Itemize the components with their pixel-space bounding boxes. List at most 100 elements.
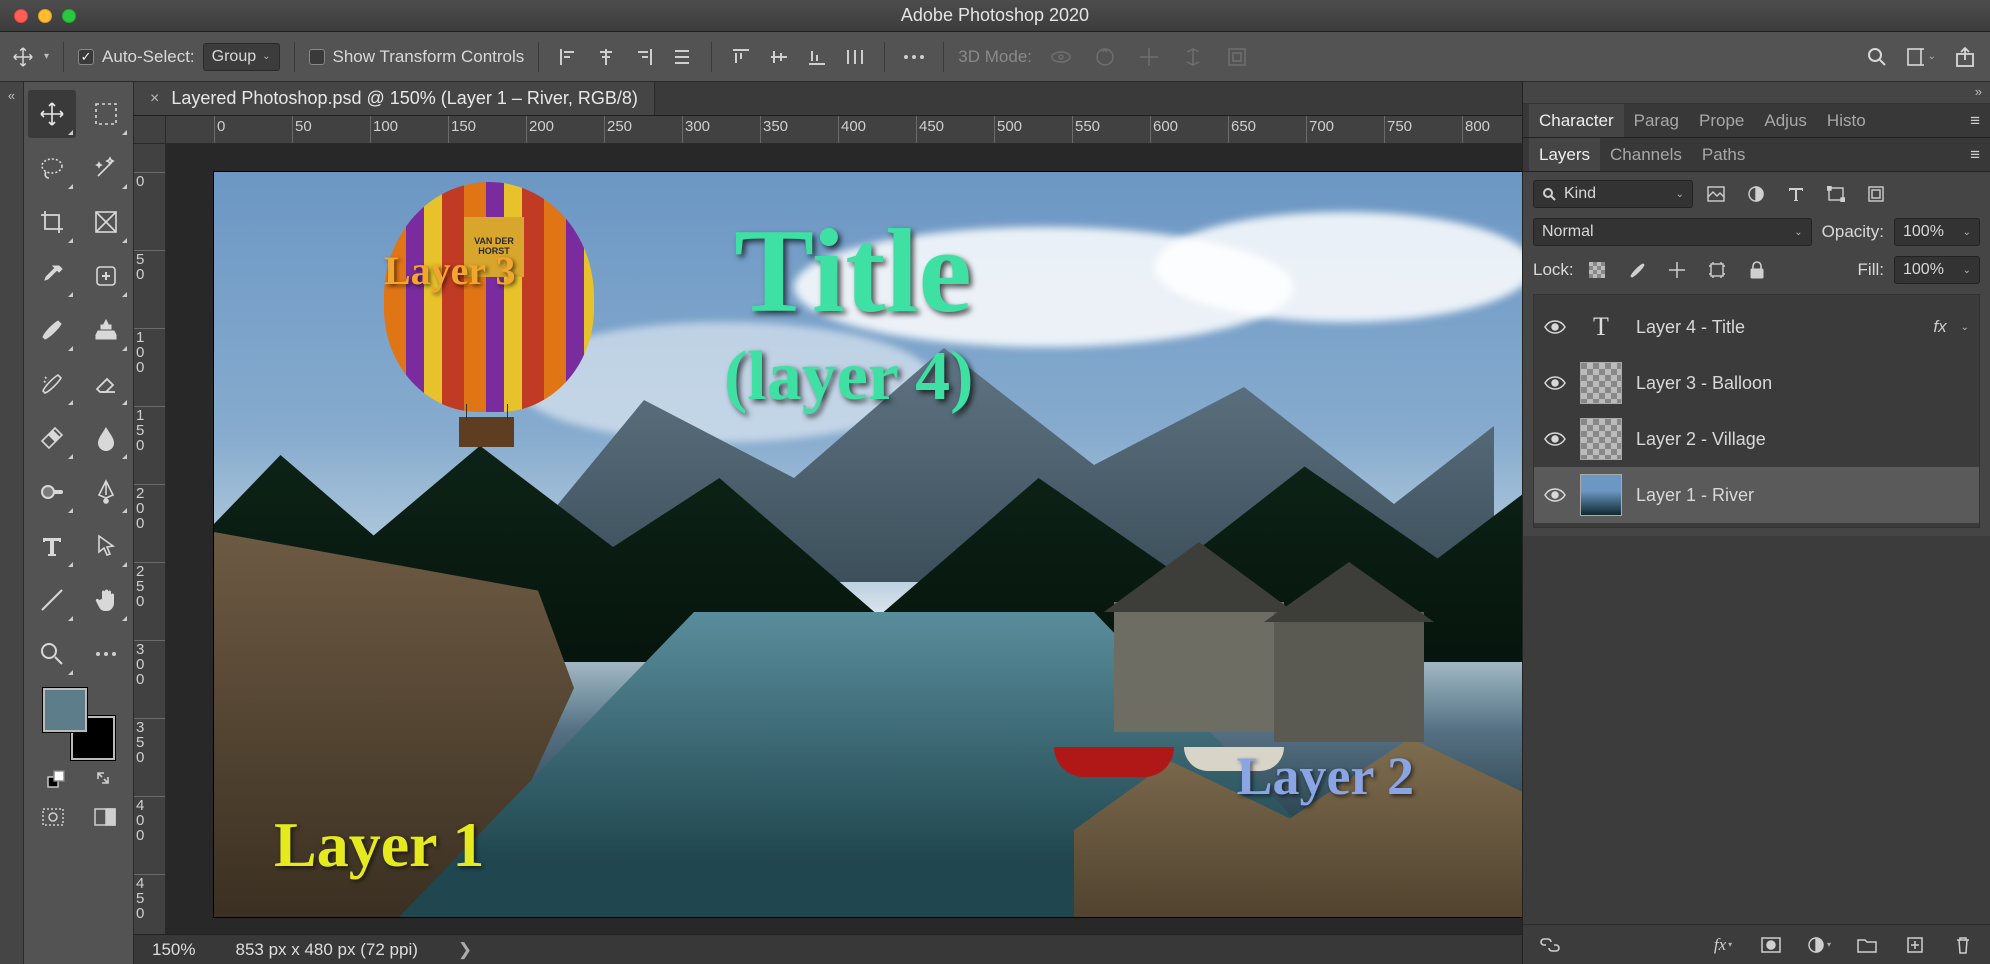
default-colors-icon[interactable]	[47, 770, 65, 788]
opacity-field[interactable]: 100% ⌄	[1894, 218, 1980, 246]
align-hcenter-icon[interactable]	[591, 42, 621, 72]
3d-pan-icon[interactable]	[1134, 42, 1164, 72]
panel-tab-parag[interactable]: Parag	[1624, 104, 1689, 137]
show-transform-checkbox[interactable]	[309, 49, 325, 65]
lock-image-icon[interactable]	[1624, 257, 1650, 283]
3d-slide-icon[interactable]	[1178, 42, 1208, 72]
filter-smartobject-icon[interactable]	[1863, 181, 1889, 207]
panel-tab-channels[interactable]: Channels	[1600, 138, 1692, 171]
canvas[interactable]: VAN DERHORST Layer 3 Layer 1 Layer 2 Tit…	[214, 172, 1522, 917]
foreground-color[interactable]	[43, 688, 87, 732]
lasso-tool[interactable]	[28, 144, 76, 192]
rectangular-marquee-tool[interactable]	[82, 90, 130, 138]
panel-tab-paths[interactable]: Paths	[1692, 138, 1755, 171]
auto-select-checkbox[interactable]	[78, 49, 94, 65]
share-icon[interactable]	[1950, 42, 1980, 72]
clone-stamp-tool[interactable]	[82, 306, 130, 354]
layer-list[interactable]: T Layer 4 - Title fx ⌄ Layer 3 - Balloon Laye…	[1533, 294, 1980, 528]
filter-shape-icon[interactable]	[1823, 181, 1849, 207]
layer-effects-icon[interactable]: fx▾	[1710, 932, 1736, 958]
panel-tab-prope[interactable]: Prope	[1689, 104, 1754, 137]
blur-tool[interactable]	[82, 414, 130, 462]
new-layer-icon[interactable]	[1902, 932, 1928, 958]
3d-scale-icon[interactable]	[1222, 42, 1252, 72]
eraser-tool[interactable]	[82, 360, 130, 408]
layer-thumbnail[interactable]	[1580, 418, 1622, 460]
align-vcenter-icon[interactable]	[764, 42, 794, 72]
swap-colors-icon[interactable]	[95, 770, 111, 788]
delete-layer-icon[interactable]	[1950, 932, 1976, 958]
panel-tab-adjus[interactable]: Adjus	[1754, 104, 1817, 137]
filter-adjustment-icon[interactable]	[1743, 181, 1769, 207]
gradient-tool[interactable]	[28, 414, 76, 462]
align-right-icon[interactable]	[629, 42, 659, 72]
healing-brush-tool[interactable]	[82, 252, 130, 300]
visibility-toggle-icon[interactable]	[1544, 487, 1566, 503]
chevron-down-icon[interactable]: ⌄	[1961, 322, 1969, 333]
pen-tool[interactable]	[82, 468, 130, 516]
layer-row[interactable]: Layer 2 - Village	[1534, 411, 1979, 467]
new-adjustment-layer-icon[interactable]: ▾	[1806, 932, 1832, 958]
maximize-window-button[interactable]	[62, 9, 76, 23]
eyedropper-tool[interactable]	[28, 252, 76, 300]
canvas-viewport[interactable]: VAN DERHORST Layer 3 Layer 1 Layer 2 Tit…	[166, 144, 1522, 934]
layer-filter-dropdown[interactable]: Kind ⌄	[1533, 180, 1693, 208]
align-top-icon[interactable]	[726, 42, 756, 72]
lock-all-icon[interactable]	[1744, 257, 1770, 283]
visibility-toggle-icon[interactable]	[1544, 431, 1566, 447]
frame-tool[interactable]	[82, 198, 130, 246]
panel-menu-icon[interactable]: ≡	[1960, 145, 1990, 165]
lock-artboard-icon[interactable]	[1704, 257, 1730, 283]
workspace-switcher-icon[interactable]: ⌄	[1906, 42, 1936, 72]
layer-row[interactable]: Layer 1 - River	[1534, 467, 1979, 523]
align-left-icon[interactable]	[553, 42, 583, 72]
type-tool[interactable]	[28, 522, 76, 570]
document-tab[interactable]: × Layered Photoshop.psd @ 150% (Layer 1 …	[134, 82, 655, 115]
panel-tab-histo[interactable]: Histo	[1817, 104, 1876, 137]
magic-wand-tool[interactable]	[82, 144, 130, 192]
hand-tool[interactable]	[82, 576, 130, 624]
minimize-window-button[interactable]	[38, 9, 52, 23]
3d-roll-icon[interactable]	[1090, 42, 1120, 72]
vertical-ruler[interactable]: 050100150200250300350400450	[134, 144, 166, 934]
layer-row[interactable]: Layer 3 - Balloon	[1534, 355, 1979, 411]
layer-name-label[interactable]: Layer 1 - River	[1636, 485, 1969, 506]
tool-preset-button[interactable]: ▾	[10, 44, 49, 70]
brush-tool[interactable]	[28, 306, 76, 354]
filter-type-icon[interactable]	[1783, 181, 1809, 207]
layer-thumbnail[interactable]: T	[1580, 306, 1622, 348]
layer-thumbnail[interactable]	[1580, 362, 1622, 404]
link-layers-icon[interactable]	[1537, 932, 1563, 958]
visibility-toggle-icon[interactable]	[1544, 375, 1566, 391]
panel-tab-layers[interactable]: Layers	[1529, 138, 1600, 171]
dodge-tool[interactable]	[28, 468, 76, 516]
path-selection-tool[interactable]	[82, 522, 130, 570]
close-window-button[interactable]	[14, 9, 28, 23]
history-brush-tool[interactable]	[28, 360, 76, 408]
status-more-icon[interactable]: ❯	[458, 940, 472, 960]
align-menu-icon[interactable]	[667, 42, 697, 72]
layer-name-label[interactable]: Layer 2 - Village	[1636, 429, 1969, 450]
layer-fx-badge[interactable]: fx	[1933, 317, 1946, 337]
new-group-icon[interactable]	[1854, 932, 1880, 958]
layer-name-label[interactable]: Layer 4 - Title	[1636, 317, 1919, 338]
overflow-icon[interactable]	[899, 42, 929, 72]
visibility-toggle-icon[interactable]	[1544, 319, 1566, 335]
zoom-tool[interactable]	[28, 630, 76, 678]
quick-mask-icon[interactable]	[42, 808, 64, 826]
collapse-panels-button[interactable]: »	[1523, 82, 1990, 104]
align-bottom-icon[interactable]	[802, 42, 832, 72]
close-tab-icon[interactable]: ×	[150, 90, 159, 108]
screen-mode-icon[interactable]	[94, 808, 116, 826]
lock-position-icon[interactable]	[1664, 257, 1690, 283]
horizontal-ruler[interactable]: 0501001502002503003504004505005506006507…	[166, 116, 1522, 144]
layer-name-label[interactable]: Layer 3 - Balloon	[1636, 373, 1969, 394]
distribute-icon[interactable]	[840, 42, 870, 72]
line-tool[interactable]	[28, 576, 76, 624]
3d-orbit-icon[interactable]	[1046, 42, 1076, 72]
edit-toolbar-button[interactable]	[82, 630, 130, 678]
layer-row[interactable]: T Layer 4 - Title fx ⌄	[1534, 299, 1979, 355]
color-swatches[interactable]	[43, 688, 115, 760]
panel-menu-icon[interactable]: ≡	[1960, 111, 1990, 131]
move-tool[interactable]	[28, 90, 76, 138]
